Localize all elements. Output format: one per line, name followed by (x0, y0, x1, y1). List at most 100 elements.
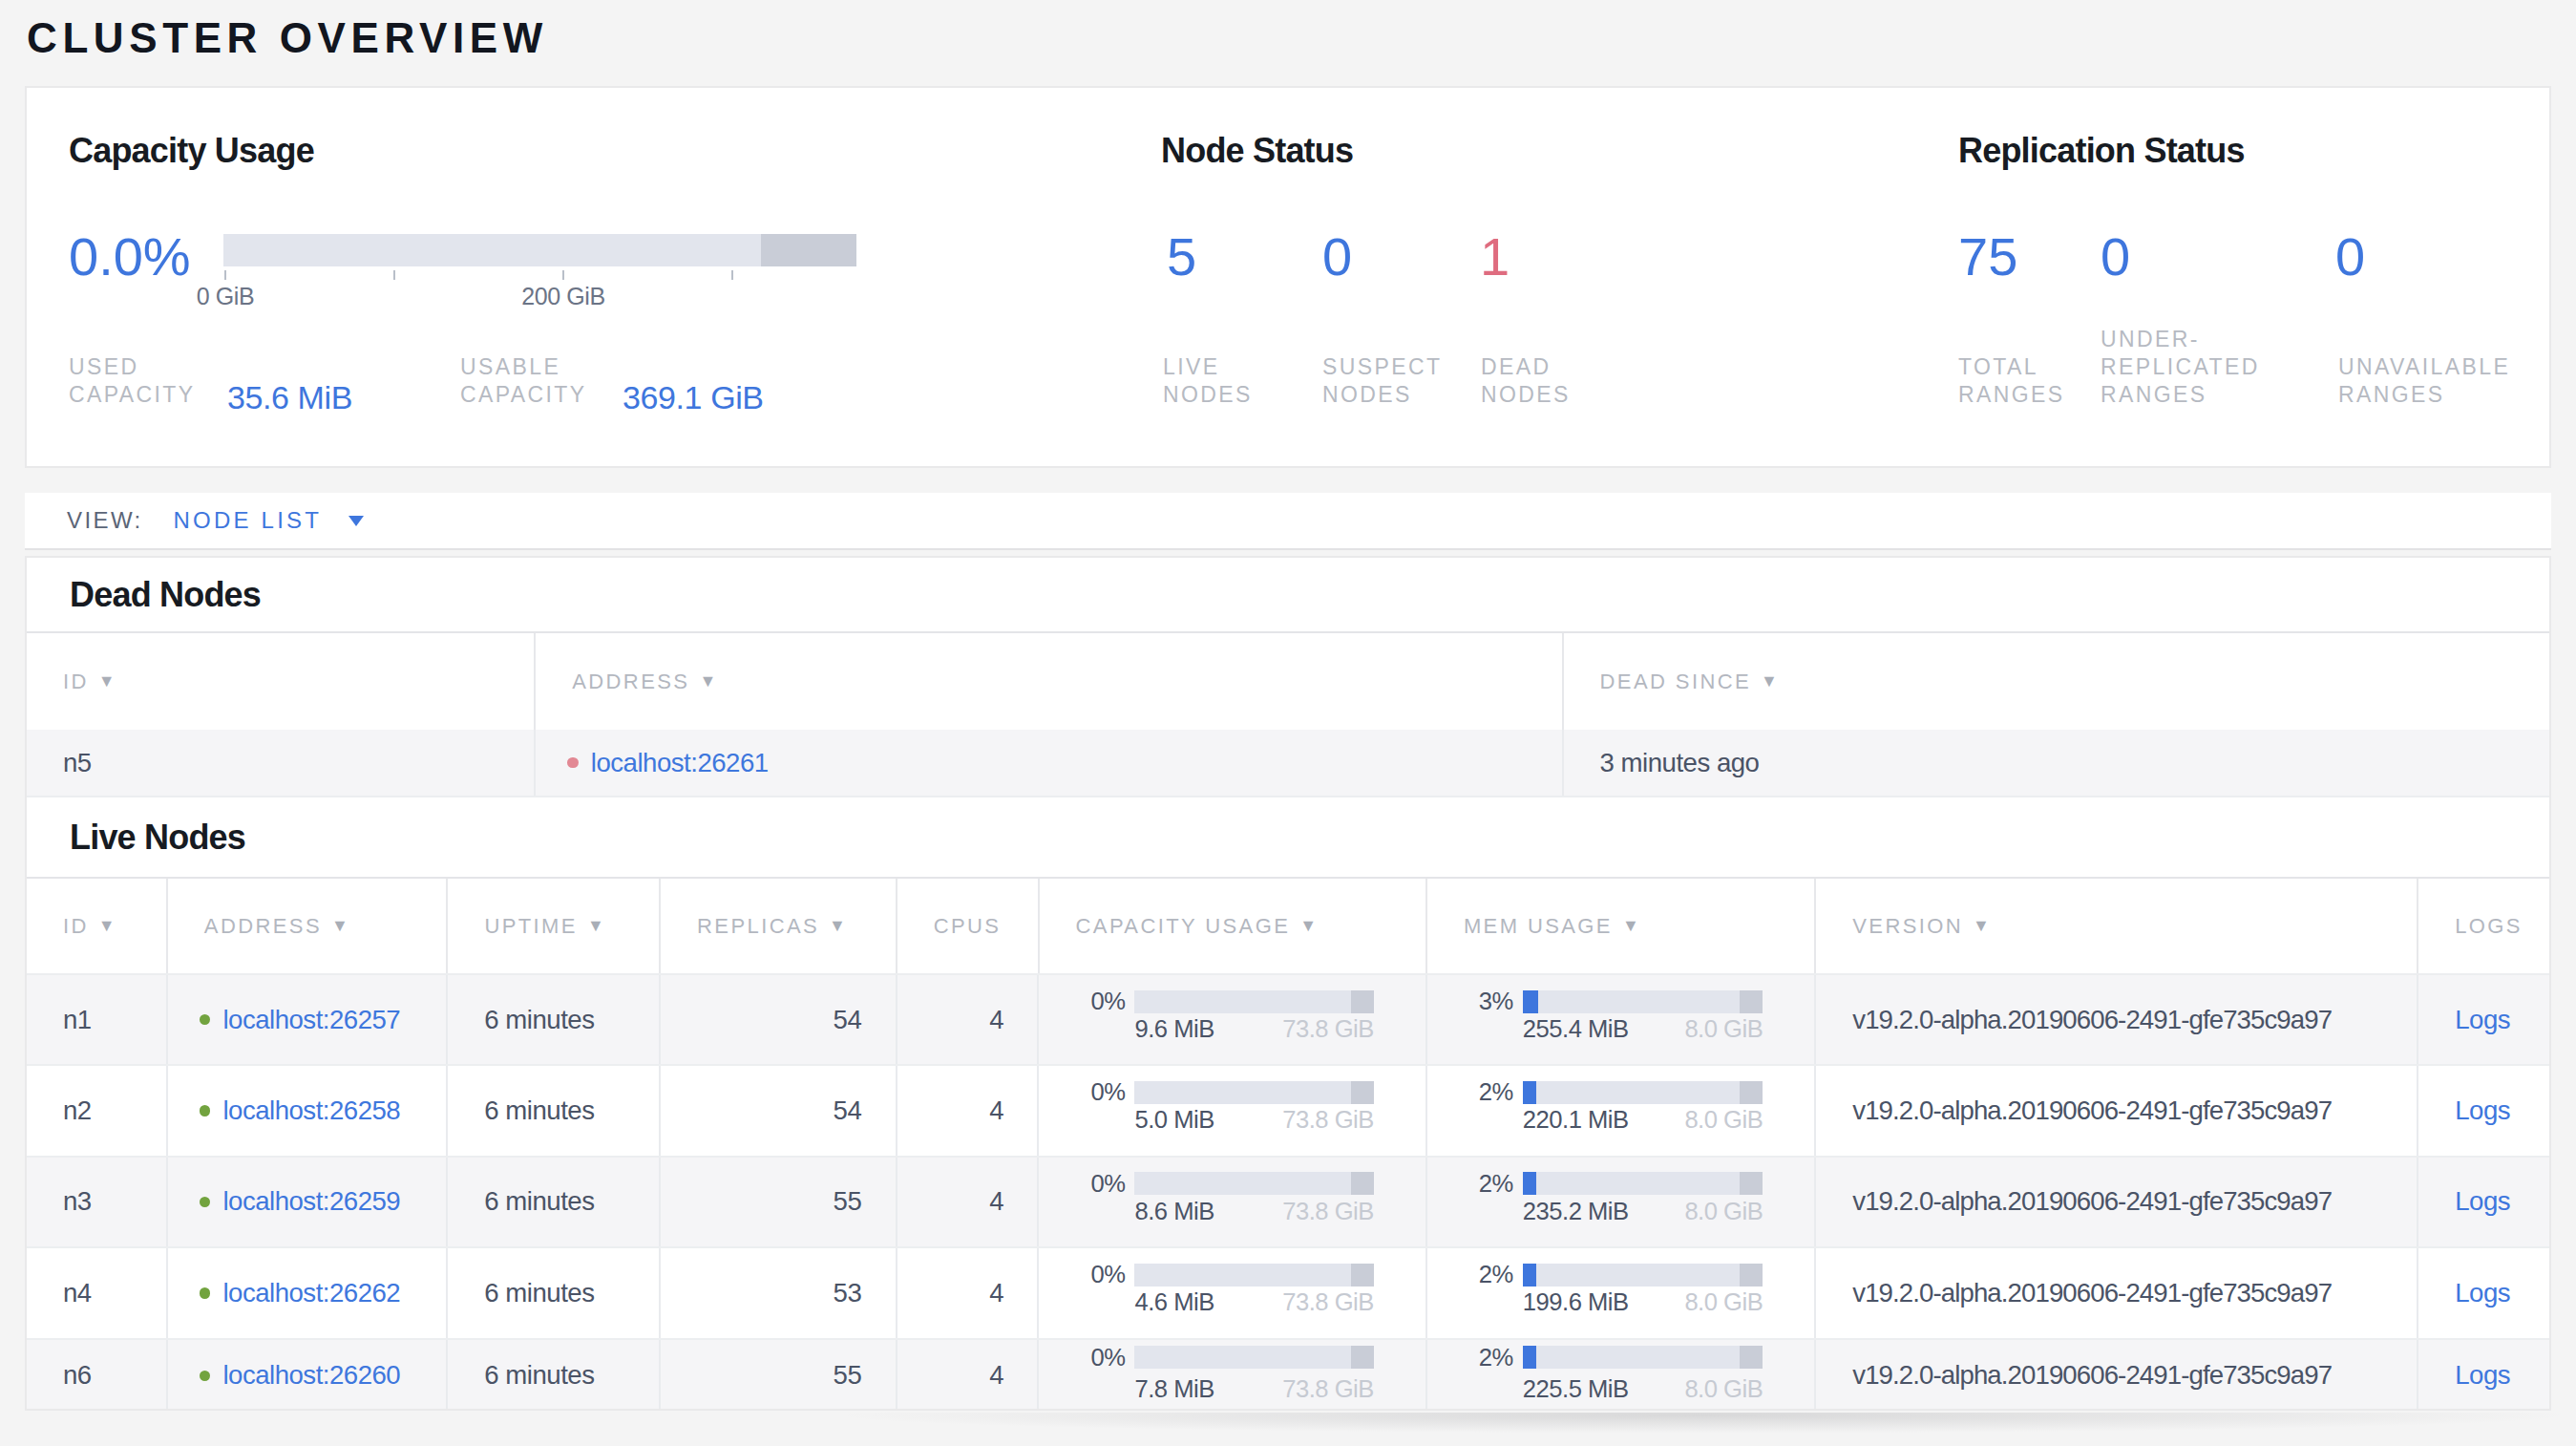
uptime-cell: 6 minutes (446, 975, 659, 1064)
node-address-cell: localhost:26258 (166, 1066, 447, 1155)
capacity-bar (1134, 1172, 1373, 1195)
capacity-axis-label-0: 0 GiB (197, 283, 255, 310)
live-status-icon (200, 1371, 211, 1382)
logs-link[interactable]: Logs (2455, 1186, 2510, 1217)
logs-link[interactable]: Logs (2455, 1095, 2510, 1126)
col-header-replicas[interactable]: REPLICAS▼ (659, 879, 896, 973)
uptime-cell: 6 minutes (446, 1066, 659, 1155)
replicas-cell: 55 (659, 1158, 896, 1246)
used-capacity-value: 35.6 MiB (227, 379, 352, 416)
page-title: CLUSTER OVERVIEW (27, 17, 548, 59)
view-selected-value[interactable]: NODE LIST (174, 507, 323, 534)
col-header-capacity-usage[interactable]: CAPACITY USAGE▼ (1038, 879, 1425, 973)
node-address-cell: localhost:26259 (166, 1158, 447, 1246)
capacity-bar (1134, 1346, 1373, 1369)
node-address-link[interactable]: localhost:26258 (222, 1095, 400, 1126)
live-nodes-count: 5 (1167, 223, 1196, 290)
logs-cell: Logs (2417, 1066, 2549, 1155)
live-node-row: n4 localhost:26262 6 minutes 53 4 0% 4.6… (27, 1246, 2549, 1337)
version-cell: v19.2.0-alpha.20190606-2491-gfe735c9a97 (1814, 1340, 2417, 1411)
bottom-shadow (496, 1413, 2576, 1445)
dead-status-icon (567, 757, 579, 769)
mem-bar-reserved-segment (1740, 1081, 1763, 1104)
dead-nodes-title: Dead Nodes (70, 575, 261, 615)
live-nodes-title: Live Nodes (70, 818, 245, 858)
capacity-usage-title: Capacity Usage (69, 130, 314, 171)
node-address-link[interactable]: localhost:26260 (222, 1360, 400, 1391)
capacity-usage-cell: 0% 5.0 MiB73.8 GiB (1037, 1066, 1425, 1155)
capacity-percent: 0.0% (69, 223, 191, 290)
version-cell: v19.2.0-alpha.20190606-2491-gfe735c9a97 (1814, 1066, 2417, 1155)
dead-nodes-label: DEAD NODES (1481, 353, 1571, 409)
axis-tick (393, 270, 395, 280)
logs-cell: Logs (2417, 975, 2549, 1064)
node-id-cell: n3 (27, 1158, 166, 1246)
logs-link[interactable]: Logs (2455, 1005, 2510, 1035)
dead-nodes-count: 1 (1480, 223, 1510, 290)
col-header-address[interactable]: ADDRESS▼ (534, 633, 1561, 730)
sort-icon: ▼ (1761, 671, 1780, 691)
under-replicated-count: 0 (2101, 223, 2130, 290)
node-address-cell: localhost:26257 (166, 975, 447, 1064)
col-header-logs[interactable]: LOGS (2417, 879, 2549, 973)
live-status-icon (200, 1287, 211, 1299)
sort-icon: ▼ (699, 671, 718, 691)
version-cell: v19.2.0-alpha.20190606-2491-gfe735c9a97 (1814, 1248, 2417, 1337)
node-address-link[interactable]: localhost:26257 (222, 1005, 400, 1035)
node-address-cell: localhost:26260 (166, 1340, 447, 1411)
sort-icon: ▼ (98, 671, 117, 691)
logs-link[interactable]: Logs (2455, 1278, 2510, 1308)
capacity-bar (1134, 990, 1373, 1013)
capacity-bar (1134, 1264, 1373, 1287)
node-id-cell: n1 (27, 975, 166, 1064)
capacity-bar (1134, 1081, 1373, 1104)
logs-cell: Logs (2417, 1340, 2549, 1411)
mem-bar (1523, 1172, 1763, 1195)
live-nodes-rows: n1 localhost:26257 6 minutes 54 4 0% 9.6… (27, 973, 2549, 1411)
logs-cell: Logs (2417, 1248, 2549, 1337)
sort-icon: ▼ (98, 916, 117, 936)
capacity-bar-reserved-segment (1351, 1081, 1374, 1104)
capacity-bar-reserved-segment (1351, 1346, 1374, 1369)
suspect-nodes-label: SUSPECT NODES (1322, 353, 1442, 409)
node-id-cell: n6 (27, 1340, 166, 1411)
live-nodes-label: LIVE NODES (1163, 353, 1253, 409)
unavailable-label: UNAVAILABLE RANGES (2338, 353, 2510, 409)
live-status-icon (200, 1105, 211, 1116)
node-address-link[interactable]: localhost:26262 (222, 1278, 400, 1308)
cluster-summary-card: Capacity Usage Node Status Replication S… (25, 86, 2551, 468)
mem-usage-cell: 2% 235.2 MiB8.0 GiB (1425, 1158, 1814, 1246)
chevron-down-icon[interactable] (348, 516, 364, 526)
col-header-version[interactable]: VERSION▼ (1814, 879, 2417, 973)
version-cell: v19.2.0-alpha.20190606-2491-gfe735c9a97 (1814, 1158, 2417, 1246)
view-selector-bar: VIEW: NODE LIST (25, 493, 2551, 550)
dead-node-row: n5 localhost:26261 3 minutes ago (27, 730, 2549, 797)
col-header-id[interactable]: ID▼ (27, 633, 534, 730)
mem-bar (1523, 1346, 1763, 1369)
capacity-bar-reserved-segment (1351, 1172, 1374, 1195)
sort-icon: ▼ (331, 916, 350, 936)
suspect-nodes-count: 0 (1322, 223, 1352, 290)
mem-usage-cell: 2% 225.5 MiB8.0 GiB (1425, 1340, 1814, 1411)
col-header-mem-usage[interactable]: MEM USAGE▼ (1425, 879, 1814, 973)
col-header-id[interactable]: ID▼ (27, 879, 166, 973)
col-header-address[interactable]: ADDRESS▼ (166, 879, 447, 973)
capacity-axis-label-200: 200 GiB (521, 283, 605, 310)
version-cell: v19.2.0-alpha.20190606-2491-gfe735c9a97 (1814, 975, 2417, 1064)
node-address-link[interactable]: localhost:26261 (591, 748, 769, 778)
col-header-dead-since[interactable]: DEAD SINCE▼ (1562, 633, 2549, 730)
replicas-cell: 53 (659, 1248, 896, 1337)
node-status-title: Node Status (1161, 130, 1353, 171)
node-address-link[interactable]: localhost:26259 (222, 1186, 400, 1217)
logs-cell: Logs (2417, 1158, 2549, 1246)
logs-link[interactable]: Logs (2455, 1360, 2510, 1391)
sort-icon: ▼ (1622, 916, 1641, 936)
col-header-cpus[interactable]: CPUS (896, 879, 1038, 973)
used-capacity-label: USED CAPACITY (69, 353, 196, 409)
sort-icon: ▼ (1299, 916, 1319, 936)
mem-usage-cell: 2% 220.1 MiB8.0 GiB (1425, 1066, 1814, 1155)
under-replicated-label: UNDER- REPLICATED RANGES (2101, 326, 2260, 409)
replicas-cell: 54 (659, 1066, 896, 1155)
col-header-uptime[interactable]: UPTIME▼ (446, 879, 659, 973)
live-node-row: n6 localhost:26260 6 minutes 55 4 0% 7.8… (27, 1338, 2549, 1411)
